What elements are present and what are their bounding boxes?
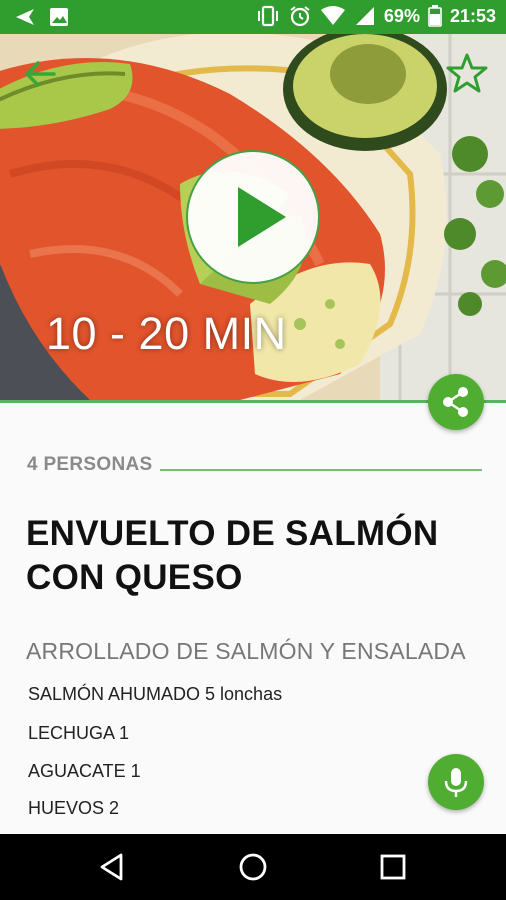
recipe-title: ENVUELTO DE SALMÓN CON QUESO — [26, 514, 439, 597]
ingredient-item: AGUACATE 1 — [28, 761, 141, 781]
share-button[interactable] — [428, 374, 484, 430]
battery-percent: 69% — [383, 5, 420, 26]
navigation-bar — [0, 834, 506, 900]
triangle-back-icon — [100, 853, 123, 881]
nav-recents-button[interactable] — [376, 850, 410, 884]
back-arrow-icon — [25, 61, 56, 87]
play-icon — [238, 187, 286, 247]
prep-time-label: 10 - 20 MIN — [46, 308, 287, 359]
alarm-icon — [290, 6, 310, 27]
ingredient-item: HUEVOS 2 — [28, 798, 120, 818]
clock: 21:53 — [449, 5, 496, 26]
servings-divider — [160, 469, 482, 471]
back-button[interactable] — [20, 54, 60, 94]
image-icon — [50, 8, 68, 26]
status-bar: 69% 21:53 — [0, 0, 506, 34]
vibrate-icon — [257, 5, 278, 27]
send-icon — [16, 9, 34, 25]
battery-icon — [428, 5, 442, 27]
microphone-icon — [444, 768, 468, 797]
recipe-subtitle: ARROLLADO DE SALMÓN Y ENSALADA — [26, 638, 466, 664]
star-outline-icon — [446, 53, 488, 93]
circle-home-icon — [239, 853, 267, 881]
signal-icon — [355, 7, 374, 25]
servings-label: 4 PERSONAS — [27, 454, 153, 475]
ingredient-item: LECHUGA 1 — [28, 723, 130, 743]
share-icon — [443, 387, 468, 417]
favorite-button[interactable] — [446, 52, 488, 94]
servings-row: 4 PERSONAS — [27, 452, 482, 478]
square-recents-icon — [380, 854, 406, 880]
nav-back-button[interactable] — [96, 850, 130, 884]
nav-home-button[interactable] — [236, 850, 270, 884]
ingredient-item: SALMÓN AHUMADO 5 lonchas — [28, 684, 283, 704]
voice-button[interactable] — [428, 754, 484, 810]
wifi-icon — [320, 6, 345, 25]
play-video-button[interactable] — [186, 150, 320, 284]
